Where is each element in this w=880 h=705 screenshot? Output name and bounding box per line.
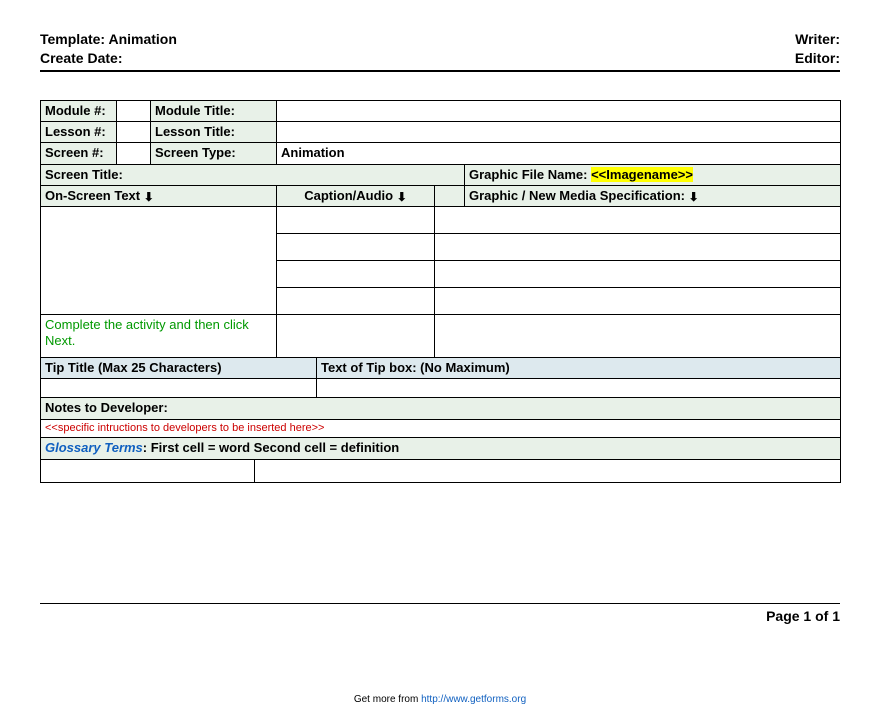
spec-cell-2 bbox=[435, 234, 841, 261]
tip-header-row: Tip Title (Max 25 Characters) Text of Ti… bbox=[41, 358, 841, 379]
caption-cell-4 bbox=[277, 288, 435, 315]
module-row: Module #: Module Title: bbox=[41, 100, 841, 121]
notes-label: Notes to Developer: bbox=[41, 398, 841, 419]
footer-link[interactable]: http://www.getforms.org bbox=[421, 694, 526, 705]
spec-cell-4 bbox=[435, 288, 841, 315]
lesson-row: Lesson #: Lesson Title: bbox=[41, 122, 841, 143]
columns-header-row: On-Screen Text ⬇ Caption/Audio ⬇ Graphic… bbox=[41, 185, 841, 206]
spec-cell-1 bbox=[435, 207, 841, 234]
module-title-label: Module Title: bbox=[151, 100, 277, 121]
module-num-value bbox=[117, 100, 151, 121]
caption-cell-3 bbox=[277, 261, 435, 288]
spec-cell-3 bbox=[435, 261, 841, 288]
graphic-spec-label: Graphic / New Media Specification: bbox=[469, 188, 689, 203]
writer-label: Writer: bbox=[795, 30, 840, 49]
screen-type-value: Animation bbox=[277, 143, 841, 164]
glossary-label: Glossary Terms bbox=[45, 440, 143, 455]
screen-num-value bbox=[117, 143, 151, 164]
down-arrow-icon: ⬇ bbox=[689, 190, 699, 205]
notes-value: <<specific intructions to developers to … bbox=[41, 419, 841, 438]
onscreen-text-label: On-Screen Text bbox=[45, 188, 144, 203]
notes-value-row: <<specific intructions to developers to … bbox=[41, 419, 841, 438]
editor-label: Editor: bbox=[795, 49, 840, 68]
lesson-num-value bbox=[117, 122, 151, 143]
glossary-header: Glossary Terms: First cell = word Second… bbox=[41, 438, 841, 459]
spec-cell-5 bbox=[435, 315, 841, 358]
create-date-label: Create Date: bbox=[40, 49, 122, 68]
tip-text-label: Text of Tip box: (No Maximum) bbox=[317, 358, 841, 379]
lesson-title-value bbox=[277, 122, 841, 143]
notes-label-row: Notes to Developer: bbox=[41, 398, 841, 419]
caption-cell-2 bbox=[277, 234, 435, 261]
spacer-header bbox=[435, 185, 465, 206]
screen-title-label: Screen Title: bbox=[41, 164, 465, 185]
down-arrow-icon: ⬇ bbox=[144, 190, 154, 205]
graphic-file-value: <<Imagename>> bbox=[591, 167, 693, 182]
glossary-word-cell bbox=[41, 459, 255, 482]
screen-num-label: Screen #: bbox=[41, 143, 117, 164]
template-label: Template: Animation bbox=[40, 30, 177, 49]
content-row-5: Complete the activity and then click Nex… bbox=[41, 315, 841, 358]
glossary-header-row: Glossary Terms: First cell = word Second… bbox=[41, 438, 841, 459]
caption-audio-label: Caption/Audio bbox=[304, 188, 396, 203]
tip-value-row bbox=[41, 379, 841, 398]
graphic-file-cell: Graphic File Name: <<Imagename>> bbox=[465, 164, 841, 185]
screen-type-label: Screen Type: bbox=[151, 143, 277, 164]
tip-text-value bbox=[317, 379, 841, 398]
screen-row: Screen #: Screen Type: Animation bbox=[41, 143, 841, 164]
caption-cell-5 bbox=[277, 315, 435, 358]
module-num-label: Module #: bbox=[41, 100, 117, 121]
caption-cell-1 bbox=[277, 207, 435, 234]
tip-title-label: Tip Title (Max 25 Characters) bbox=[41, 358, 317, 379]
title-file-row: Screen Title: Graphic File Name: <<Image… bbox=[41, 164, 841, 185]
storyboard-form: Module #: Module Title: Lesson #: Lesson… bbox=[40, 100, 841, 483]
graphic-spec-header: Graphic / New Media Specification: ⬇ bbox=[465, 185, 841, 206]
glossary-description: : First cell = word Second cell = defini… bbox=[143, 440, 399, 455]
lesson-num-label: Lesson #: bbox=[41, 122, 117, 143]
onscreen-text-header: On-Screen Text ⬇ bbox=[41, 185, 277, 206]
footer-credit: Get more from http://www.getforms.org bbox=[0, 694, 880, 705]
footer-text: Get more from bbox=[354, 694, 421, 705]
onscreen-text-cell bbox=[41, 207, 277, 315]
glossary-definition-cell bbox=[255, 459, 841, 482]
caption-audio-header: Caption/Audio ⬇ bbox=[277, 185, 435, 206]
content-row-1 bbox=[41, 207, 841, 234]
document-header: Template: Animation Writer: Create Date:… bbox=[40, 30, 840, 72]
instruction-cell: Complete the activity and then click Nex… bbox=[41, 315, 277, 358]
tip-title-value bbox=[41, 379, 317, 398]
module-title-value bbox=[277, 100, 841, 121]
down-arrow-icon: ⬇ bbox=[397, 190, 407, 205]
page-number: Page 1 of 1 bbox=[40, 604, 840, 624]
glossary-value-row bbox=[41, 459, 841, 482]
graphic-file-label: Graphic File Name: bbox=[469, 167, 591, 182]
lesson-title-label: Lesson Title: bbox=[151, 122, 277, 143]
